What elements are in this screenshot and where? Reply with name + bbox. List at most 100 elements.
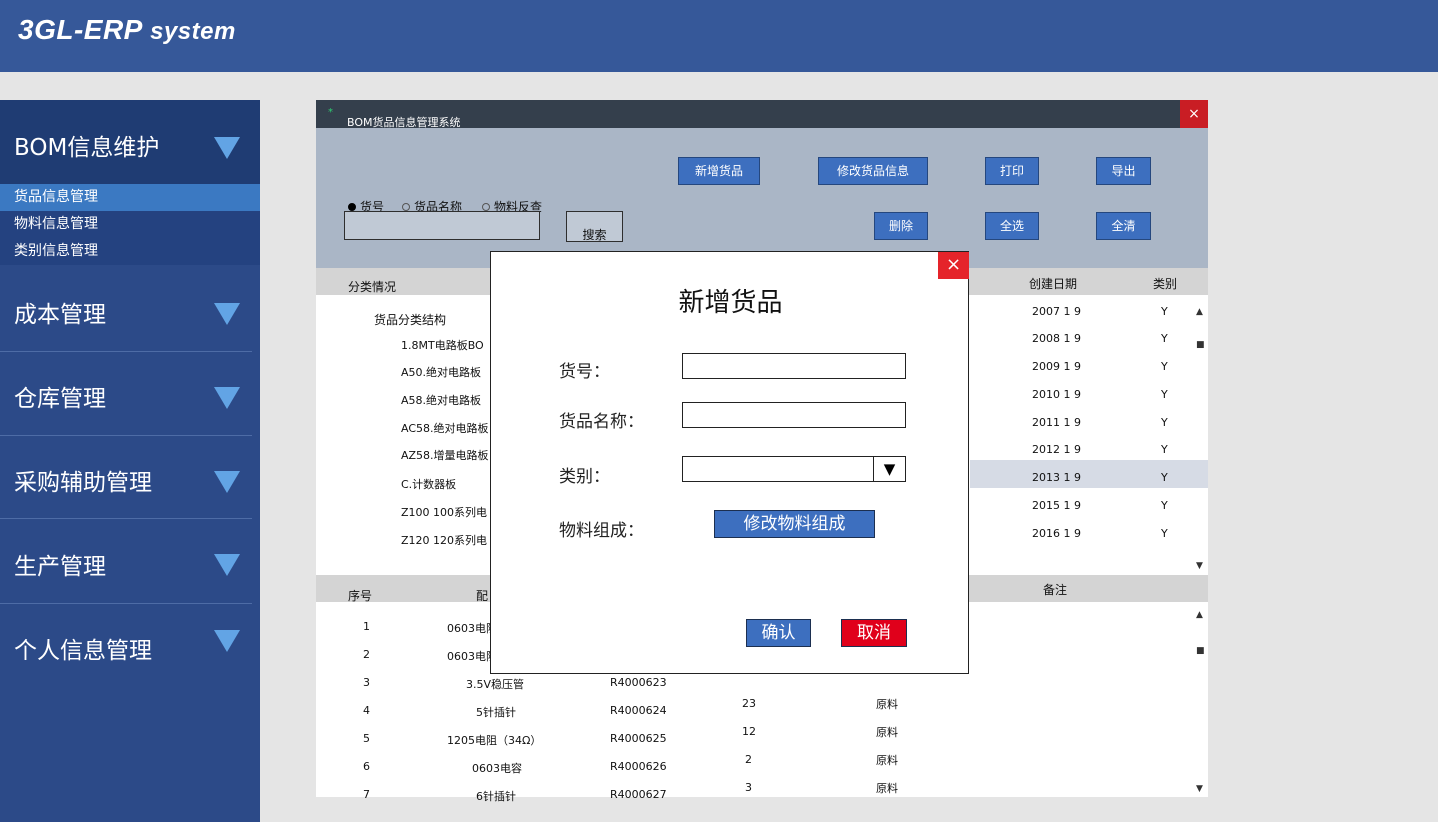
chevron-down-icon (214, 471, 240, 493)
clear-all-button[interactable]: 全清 (1096, 212, 1151, 240)
app-icon: * (328, 107, 333, 118)
col-category: 分类情况 (348, 280, 397, 294)
type-cell: Y (1161, 305, 1168, 318)
type-cell: Y (1161, 360, 1168, 373)
nav-group-production[interactable]: 生产管理 (0, 518, 260, 602)
table-row[interactable]: 6 0603电容 R4000626 2 原料 (316, 750, 1208, 778)
dropdown-arrow-icon[interactable]: ▼ (873, 457, 905, 481)
app-title-main: 3GL-ERP (18, 14, 142, 45)
col-type: 类别 (1153, 277, 1178, 291)
app-title: 3GL-ERP system (18, 14, 236, 46)
sidebar-item-categories[interactable]: 类别信息管理 (0, 238, 260, 265)
chevron-down-icon (214, 630, 240, 652)
scroll-up-icon[interactable]: ▲ (1196, 307, 1203, 317)
app-header: 3GL-ERP system (0, 0, 1438, 72)
tree-item[interactable]: AC58.绝对电路板 (401, 420, 489, 436)
name-field[interactable] (682, 402, 906, 428)
nav-group-warehouse[interactable]: 仓库管理 (0, 351, 260, 435)
nav-group-bom[interactable]: BOM信息维护 (0, 100, 260, 184)
table-row[interactable]: 7 6针插针 R4000627 3 原料 (316, 778, 1208, 803)
col-part: 配 (476, 589, 489, 603)
type-cell: Y (1161, 332, 1168, 345)
select-all-button[interactable]: 全选 (985, 212, 1039, 240)
add-goods-dialog: × 新增货品 货号： 货品名称： 类别： ▼ 物料组成： 修改物料组成 确认 取… (490, 251, 969, 674)
type-cell: Y (1161, 388, 1168, 401)
created-date: 2016 1 9 (1032, 527, 1081, 540)
nav-group-personal[interactable]: 个人信息管理 (0, 603, 260, 687)
sidebar: BOM信息维护 货品信息管理 物料信息管理 类别信息管理 成本管理 仓库管理 采… (0, 100, 260, 822)
window-titlebar: * BOM货品信息管理系统 × (316, 100, 1208, 129)
created-date: 2011 1 9 (1032, 416, 1081, 429)
add-goods-button[interactable]: 新增货品 (678, 157, 760, 185)
tree-item[interactable]: A58.绝对电路板 (401, 392, 481, 408)
created-date: 2008 1 9 (1032, 332, 1081, 345)
tree-item[interactable]: Z120 120系列电 (401, 532, 487, 548)
nav-group-cost[interactable]: 成本管理 (0, 267, 260, 351)
tree-item[interactable]: 1.8MT电路板BO (401, 337, 484, 353)
export-button[interactable]: 导出 (1096, 157, 1151, 185)
type-cell: Y (1161, 416, 1168, 429)
created-date: 2012 1 9 (1032, 443, 1081, 456)
scroll-thumb-icon[interactable]: ■ (1196, 340, 1205, 350)
modify-materials-button[interactable]: 修改物料组成 (714, 510, 875, 538)
chevron-down-icon (214, 387, 240, 409)
scroll-down-icon[interactable]: ▼ (1196, 784, 1203, 794)
dialog-close-button[interactable]: × (938, 252, 969, 279)
col-seq: 序号 (348, 589, 373, 603)
nav-group-label: BOM信息维护 (14, 135, 160, 161)
type-label: 类别： (559, 467, 610, 487)
scroll-up-icon[interactable]: ▲ (1196, 610, 1203, 620)
created-date: 2010 1 9 (1032, 388, 1081, 401)
dialog-title: 新增货品 (678, 288, 783, 318)
tree-item[interactable]: Z100 100系列电 (401, 504, 487, 520)
app-title-sub: system (150, 18, 236, 45)
code-label: 货号： (559, 362, 610, 382)
sidebar-item-goods[interactable]: 货品信息管理 (0, 184, 260, 211)
created-date: 2009 1 9 (1032, 360, 1081, 373)
edit-goods-button[interactable]: 修改货品信息 (818, 157, 928, 185)
delete-button[interactable]: 删除 (874, 212, 928, 240)
confirm-button[interactable]: 确认 (746, 619, 811, 647)
bom-submenu: 货品信息管理 物料信息管理 类别信息管理 (0, 184, 260, 265)
radio-dot-icon (482, 203, 490, 211)
scroll-thumb-icon[interactable]: ■ (1196, 646, 1205, 656)
nav-group-label: 生产管理 (14, 554, 106, 580)
type-cell: Y (1161, 471, 1168, 484)
search-input[interactable] (344, 211, 540, 240)
window-close-button[interactable]: × (1180, 100, 1208, 128)
tree-item[interactable]: A50.绝对电路板 (401, 364, 481, 380)
cancel-button[interactable]: 取消 (841, 619, 907, 647)
scroll-down-icon[interactable]: ▼ (1196, 561, 1203, 571)
toolbar: 货号 货品名称 物料反查 新增货品 修改货品信息 打印 导出 搜索 删除 全选 … (316, 128, 1208, 268)
type-cell: Y (1161, 443, 1168, 456)
nav-group-purchase[interactable]: 采购辅助管理 (0, 435, 260, 519)
nav-group-label: 个人信息管理 (14, 638, 152, 664)
col-note: 备注 (1043, 583, 1068, 597)
tree-root: 货品分类结构 (374, 313, 447, 327)
col-created: 创建日期 (1029, 277, 1078, 291)
tree-item[interactable]: AZ58.增量电路板 (401, 447, 489, 463)
chevron-down-icon (214, 554, 240, 576)
type-cell: Y (1161, 527, 1168, 540)
print-button[interactable]: 打印 (985, 157, 1039, 185)
nav-group-label: 仓库管理 (14, 386, 106, 412)
search-button[interactable]: 搜索 (566, 211, 623, 242)
tree-item[interactable]: C.计数器板 (401, 476, 456, 492)
chevron-down-icon (214, 303, 240, 325)
radio-dot-icon (348, 203, 356, 211)
nav-group-label: 采购辅助管理 (14, 470, 152, 496)
radio-dot-icon (402, 203, 410, 211)
type-cell: Y (1161, 499, 1168, 512)
chevron-down-icon (214, 137, 240, 159)
created-date: 2013 1 9 (1032, 471, 1081, 484)
created-date: 2007 1 9 (1032, 305, 1081, 318)
materials-label: 物料组成： (559, 521, 644, 541)
type-select[interactable]: ▼ (682, 456, 906, 482)
table-row[interactable]: 5 1205电阻（34Ω） R4000625 12 原料 (316, 722, 1208, 750)
selected-row[interactable] (970, 460, 1208, 488)
table-row[interactable]: 4 5针插针 R4000624 23 原料 (316, 694, 1208, 722)
sidebar-item-materials[interactable]: 物料信息管理 (0, 211, 260, 238)
code-field[interactable] (682, 353, 906, 379)
created-date: 2015 1 9 (1032, 499, 1081, 512)
name-label: 货品名称： (559, 412, 644, 432)
